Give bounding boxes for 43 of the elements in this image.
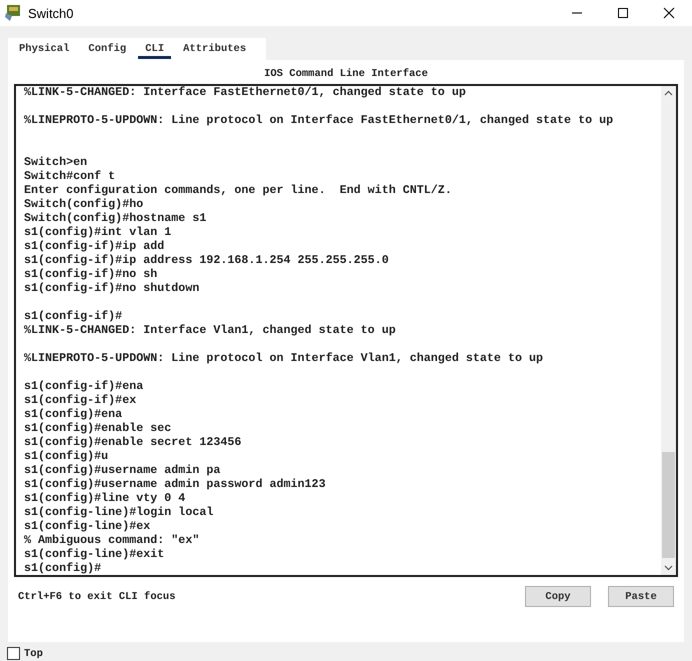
checkbox[interactable] xyxy=(7,647,20,660)
terminal-line: % Ambiguous command: "ex" xyxy=(24,534,200,548)
terminal-line: s1(config-if)#ip address 192.168.1.254 255.255.255.0 xyxy=(24,254,389,268)
terminal-line: s1(config-if)#ena xyxy=(24,380,144,394)
terminal-line: s1(config)# xyxy=(24,562,102,576)
terminal-line: %LINK-5-CHANGED: Interface FastEthernet0/1, changed state to up xyxy=(24,86,466,100)
terminal-line: s1(config-if)#ip add xyxy=(24,240,164,254)
copy-button[interactable]: Copy xyxy=(525,586,591,607)
window-title: Switch0 xyxy=(28,6,75,20)
paste-button[interactable]: Paste xyxy=(608,586,674,607)
terminal-line: Switch>en xyxy=(24,156,88,170)
scroll-thumb[interactable] xyxy=(662,452,675,558)
tab[interactable]: Config xyxy=(81,38,134,59)
hint-text: Ctrl+F6 to exit CLI focus xyxy=(18,590,177,602)
terminal-line: s1(config-line)#login local xyxy=(24,506,214,520)
terminal-line: s1(config-line)#exit xyxy=(24,548,164,562)
terminal-line: s1(config)#username admin password admin123 xyxy=(24,478,326,492)
terminal-line: %LINEPROTO-5-UPDOWN: Line protocol on Interface Vlan1, changed state to up xyxy=(24,352,544,366)
terminal-line: s1(config)#ena xyxy=(24,408,122,422)
terminal-line: Enter configuration commands, one per line. End with CNTL/Z. xyxy=(24,184,452,198)
terminal-line: s1(config)#enable sec xyxy=(24,422,172,436)
terminal-line: %LINEPROTO-5-UPDOWN: Line protocol on Interface FastEthernet0/1, changed state to up xyxy=(24,114,614,128)
terminal-output[interactable] xyxy=(14,84,678,577)
checkbox-label: Top xyxy=(24,648,43,660)
terminal-line: s1(config-if)#ex xyxy=(24,394,136,408)
terminal-line: s1(config)#line vty 0 4 xyxy=(24,492,186,506)
terminal-line: s1(config)#u xyxy=(24,450,108,464)
section-heading: IOS Command Line Interface xyxy=(264,68,428,80)
terminal-line: s1(config)#enable secret 123456 xyxy=(24,436,242,450)
terminal-line: s1(config-if)#no sh xyxy=(24,268,158,282)
terminal-line: s1(config)#int vlan 1 xyxy=(24,226,172,240)
terminal-line: Switch#conf t xyxy=(24,170,116,184)
switch-icon xyxy=(4,4,22,22)
tab[interactable]: Attributes xyxy=(176,38,254,59)
scrollbar[interactable] xyxy=(661,86,676,575)
terminal-line: s1(config)#username admin pa xyxy=(24,464,220,478)
terminal-line: s1(config-if)# xyxy=(24,310,122,324)
terminal-line: Switch(config)#hostname s1 xyxy=(24,212,206,226)
terminal-line: Switch(config)#ho xyxy=(24,198,144,212)
terminal-line: s1(config-if)#no shutdown xyxy=(24,282,200,296)
terminal-line: %LINK-5-CHANGED: Interface Vlan1, changed state to up xyxy=(24,324,396,338)
tab[interactable]: Physical xyxy=(12,38,76,59)
terminal-line: s1(config-line)#ex xyxy=(24,520,150,534)
